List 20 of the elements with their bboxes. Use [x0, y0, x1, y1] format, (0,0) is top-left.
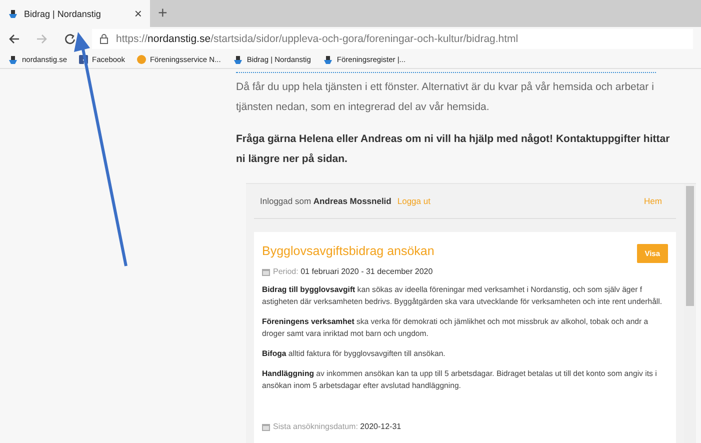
boat-icon: [8, 55, 18, 64]
intro-paragraph: Då får du upp hela tjänsten i ett fönster. Alternativt är du kvar på vår hemsida och arbetar i tjänsten nedan, som en integrerad del av vår hemsida.: [236, 80, 655, 115]
period-text: Period: 01 februari 2020 - 31 december 2020: [273, 267, 433, 276]
logged-in-text: Inloggad som Andreas Mossnelid: [260, 196, 392, 206]
new-tab-button[interactable]: +: [158, 0, 168, 27]
close-tab-button[interactable]: ×: [134, 7, 142, 20]
boat-icon: [322, 55, 333, 64]
calendar-icon: [262, 268, 270, 276]
reload-icon[interactable]: [64, 33, 76, 45]
tab-title: Bidrag | Nordanstig: [24, 8, 102, 18]
calendar-icon: [262, 422, 270, 430]
boat-icon: [232, 55, 243, 64]
contact-paragraph: Fråga gärna Helena eller Andreas om ni vill ha hjälp med något! Kontaktuppgifter hittar ni längre ner på sidan.: [236, 132, 671, 167]
address-bar[interactable]: https://nordanstig.se/startsida/sidor/uppleva-och-gora/foreningar-och-kultur/bidrag.html: [92, 29, 693, 49]
deadline-text: Sista ansökningsdatum: 2020-12-31: [273, 422, 402, 431]
card-title: Bygglovsavgiftsbidrag ansökan: [262, 244, 434, 258]
boat-icon: [8, 9, 18, 18]
lock-icon: [100, 34, 108, 44]
browser-tab[interactable]: Bidrag | Nordanstig ×: [0, 0, 150, 27]
back-arrow-icon[interactable]: [8, 34, 20, 44]
